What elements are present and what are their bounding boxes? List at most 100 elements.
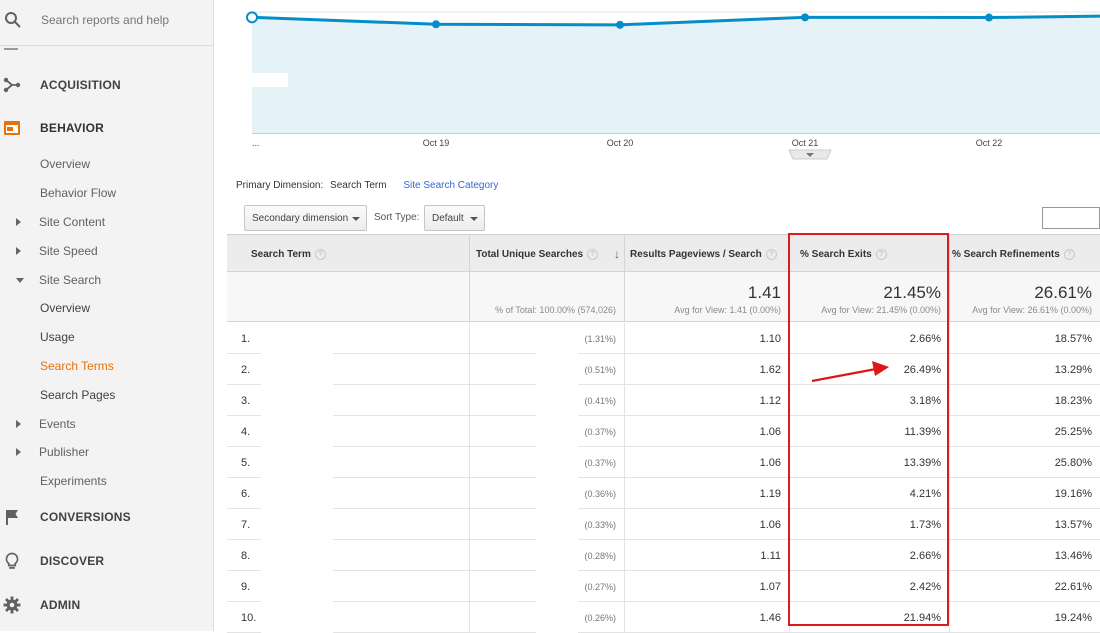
- line-chart: ... Oct 19 Oct 20 Oct 21 Oct 22: [227, 0, 1100, 165]
- cell-search-term[interactable]: 8.: [227, 540, 470, 571]
- table-row[interactable]: 7. (0.33%) 1.06 1.73% 13.57%: [227, 509, 1100, 540]
- nav-discover[interactable]: DISCOVER: [0, 546, 213, 576]
- nav-events[interactable]: Events: [0, 413, 213, 435]
- nav-experiments[interactable]: Experiments: [0, 470, 213, 492]
- search-bar[interactable]: Search reports and help: [0, 0, 213, 46]
- help-icon[interactable]: ?: [587, 249, 599, 260]
- table-row[interactable]: 9. (0.27%) 1.07 2.42% 22.61%: [227, 571, 1100, 602]
- lightbulb-icon: [5, 552, 19, 569]
- cell-search-term[interactable]: 4.: [227, 416, 470, 447]
- nav-acquisition[interactable]: ACQUISITION: [0, 70, 213, 100]
- cell-search-term[interactable]: 2.: [227, 354, 470, 385]
- help-icon[interactable]: ?: [314, 249, 326, 260]
- col-header-total-unique-searches[interactable]: Total Unique Searches? ↓: [470, 235, 625, 272]
- col-header-label: % Search Refinements: [952, 249, 1060, 260]
- nav-item-label: Publisher: [39, 445, 90, 459]
- secondary-dimension-dropdown[interactable]: Secondary dimension: [244, 205, 367, 231]
- nav-admin[interactable]: ADMIN: [0, 590, 213, 620]
- nav-admin-label: ADMIN: [40, 598, 81, 612]
- cell-search-exits: 11.39%: [790, 416, 950, 447]
- totals-unique-sub: % of Total: 100.00% (574,026): [495, 305, 616, 315]
- data-table: Search Term? Total Unique Searches? ↓ Re…: [227, 234, 1100, 633]
- redacted-value: [536, 354, 578, 385]
- cell-total-unique-searches: (1.31%): [470, 323, 625, 354]
- nav-site-content[interactable]: Site Content: [0, 211, 213, 233]
- table-row[interactable]: 4. (0.37%) 1.06 11.39% 25.25%: [227, 416, 1100, 447]
- dimension-site-search-category[interactable]: Site Search Category: [403, 180, 498, 191]
- nav-publisher[interactable]: Publisher: [0, 441, 213, 463]
- expand-arrow-icon: [16, 218, 21, 226]
- cell-search-term[interactable]: 9.: [227, 571, 470, 602]
- nav-behavior-overview[interactable]: Overview: [0, 153, 213, 175]
- cell-search-exits: 2.66%: [790, 540, 950, 571]
- share-of-total: (0.41%): [584, 396, 616, 406]
- help-icon[interactable]: ?: [765, 249, 777, 260]
- table-row[interactable]: 6. (0.36%) 1.19 4.21% 19.16%: [227, 478, 1100, 509]
- dimension-search-term[interactable]: Search Term: [330, 180, 387, 191]
- col-header-search-term[interactable]: Search Term?: [227, 235, 470, 272]
- redacted-value: [536, 602, 578, 633]
- cell-search-exits: 13.39%: [790, 447, 950, 478]
- col-header-label: Search Term: [251, 249, 311, 260]
- table-row[interactable]: 10. (0.26%) 1.46 21.94% 19.24%: [227, 602, 1100, 633]
- data-point[interactable]: [985, 13, 993, 22]
- cell-results-pageviews: 1.10: [625, 323, 790, 354]
- cell-total-unique-searches: (0.28%): [470, 540, 625, 571]
- cell-results-pageviews: 1.19: [625, 478, 790, 509]
- table-row[interactable]: 1. (1.31%) 1.10 2.66% 18.57%: [227, 323, 1100, 354]
- nav-site-speed[interactable]: Site Speed: [0, 240, 213, 262]
- totals-row: % of Total: 100.00% (574,026) 1.41 Avg f…: [227, 272, 1100, 322]
- totals-refinements-sub: Avg for View: 26.61% (0.00%): [972, 305, 1092, 315]
- sort-type-dropdown[interactable]: Default: [424, 205, 485, 231]
- cell-search-term[interactable]: 1.: [227, 323, 470, 354]
- share-of-total: (0.28%): [584, 551, 616, 561]
- sort-descending-icon[interactable]: ↓: [614, 247, 620, 261]
- share-of-total: (0.26%): [584, 613, 616, 623]
- data-point[interactable]: [801, 13, 809, 22]
- secondary-dimension-label: Secondary dimension: [252, 213, 349, 224]
- table-row[interactable]: 3. (0.41%) 1.12 3.18% 18.23%: [227, 385, 1100, 416]
- cell-results-pageviews: 1.12: [625, 385, 790, 416]
- table-row[interactable]: 5. (0.37%) 1.06 13.39% 25.80%: [227, 447, 1100, 478]
- search-input[interactable]: Search reports and help: [41, 13, 169, 27]
- nav-site-search-terms[interactable]: Search Terms: [0, 355, 213, 377]
- cell-total-unique-searches: (0.41%): [470, 385, 625, 416]
- cell-search-term[interactable]: 10.: [227, 602, 470, 633]
- divider: [4, 48, 18, 50]
- cell-search-term[interactable]: 7.: [227, 509, 470, 540]
- col-header-search-exits[interactable]: % Search Exits?: [790, 235, 950, 272]
- redacted-value: [536, 416, 578, 447]
- table-filter-input[interactable]: [1042, 207, 1100, 229]
- nav-conversions[interactable]: CONVERSIONS: [0, 502, 213, 532]
- data-point[interactable]: [616, 20, 624, 29]
- data-point[interactable]: [432, 20, 440, 29]
- help-icon[interactable]: ?: [875, 249, 887, 260]
- nav-behavior-flow[interactable]: Behavior Flow: [0, 182, 213, 204]
- col-header-label: Results Pageviews / Search: [630, 249, 762, 260]
- cell-results-pageviews: 1.06: [625, 509, 790, 540]
- cell-search-term[interactable]: 3.: [227, 385, 470, 416]
- cell-search-refinements: 13.46%: [1054, 550, 1092, 562]
- col-header-search-refinements[interactable]: % Search Refinements?: [950, 235, 1100, 272]
- cell-search-term[interactable]: 6.: [227, 478, 470, 509]
- nav-item-label: Site Content: [39, 215, 106, 229]
- table-row[interactable]: 8. (0.28%) 1.11 2.66% 13.46%: [227, 540, 1100, 571]
- totals-pageviews: 1.41 Avg for View: 1.41 (0.00%): [625, 272, 790, 322]
- cell-total-unique-searches: (0.51%): [470, 354, 625, 385]
- nav-site-search-pages[interactable]: Search Pages: [0, 384, 213, 406]
- col-header-results-pageviews[interactable]: Results Pageviews / Search?: [625, 235, 790, 272]
- help-icon[interactable]: ?: [1063, 249, 1075, 260]
- nav-site-search-overview[interactable]: Overview: [0, 297, 213, 319]
- nav-site-search[interactable]: Site Search: [0, 269, 213, 291]
- cell-search-refinements: 19.24%: [1054, 612, 1092, 624]
- table-row[interactable]: 2. (0.51%) 1.62 26.49% 13.29%: [227, 354, 1100, 385]
- redacted-term: [261, 571, 333, 602]
- nav-site-search-usage[interactable]: Usage: [0, 326, 213, 348]
- nav-behavior[interactable]: BEHAVIOR: [0, 113, 213, 143]
- cell-search-exits: 3.18%: [790, 385, 950, 416]
- row-index: 4.: [241, 426, 251, 438]
- row-index: 2.: [241, 364, 251, 376]
- cell-search-term[interactable]: 5.: [227, 447, 470, 478]
- data-point[interactable]: [246, 11, 258, 24]
- redacted-term: [261, 602, 333, 633]
